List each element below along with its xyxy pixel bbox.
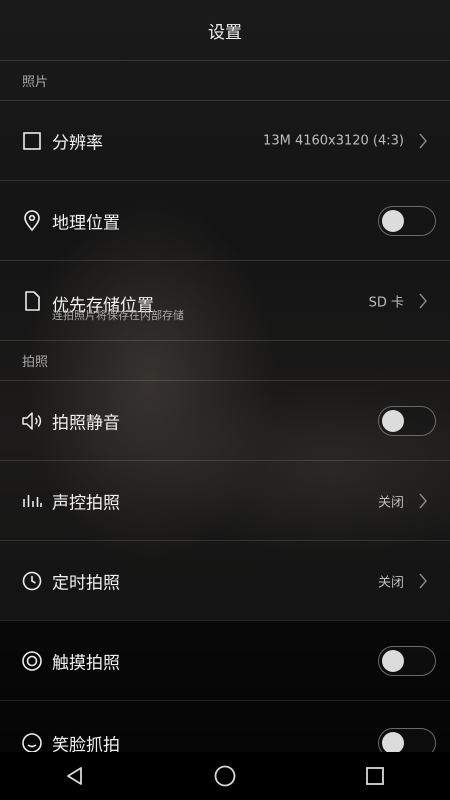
chevron-right-icon	[418, 572, 428, 590]
location-toggle[interactable]	[378, 205, 436, 236]
square-icon	[20, 129, 44, 153]
setting-smile-label: 笑脸抓拍	[52, 735, 120, 753]
setting-mute-label: 拍照静音	[52, 413, 120, 433]
setting-resolution-label: 分辨率	[52, 133, 103, 153]
toggle-knob	[382, 409, 404, 432]
setting-voice-value: 关闭	[377, 495, 404, 510]
touch-toggle[interactable]	[378, 645, 436, 676]
setting-storage-sublabel: 连拍照片将保存在内部存储	[52, 309, 184, 322]
toggle-knob	[382, 649, 404, 672]
chevron-right-icon	[418, 492, 428, 510]
target-icon	[20, 649, 44, 673]
recents-square-icon[interactable]	[345, 752, 405, 800]
setting-storage[interactable]: 优先存储位置 连拍照片将保存在内部存储 SD 卡	[0, 260, 450, 340]
location-pin-icon	[20, 209, 44, 233]
setting-mute: 拍照静音	[0, 380, 450, 460]
mute-toggle[interactable]	[378, 405, 436, 436]
home-circle-icon[interactable]	[195, 752, 255, 800]
equalizer-icon	[20, 489, 44, 513]
chevron-right-icon	[418, 132, 428, 150]
setting-resolution-value: 13M 4160x3120 (4:3)	[263, 133, 404, 148]
clock-icon	[20, 569, 44, 593]
setting-timer-label: 定时拍照	[52, 573, 120, 593]
file-icon	[20, 289, 44, 313]
setting-voice-label: 声控拍照	[52, 493, 120, 513]
setting-storage-value: SD 卡	[368, 295, 404, 310]
setting-location: 地理位置	[0, 180, 450, 260]
setting-resolution[interactable]: 分辨率 13M 4160x3120 (4:3)	[0, 100, 450, 180]
setting-touch-label: 触摸拍照	[52, 653, 120, 673]
setting-timer[interactable]: 定时拍照 关闭	[0, 540, 450, 620]
section-header-photo: 照片	[0, 60, 450, 100]
setting-timer-value: 关闭	[377, 575, 404, 590]
navigation-bar	[0, 752, 450, 800]
setting-touch: 触摸拍照	[0, 620, 450, 700]
setting-voice[interactable]: 声控拍照 关闭	[0, 460, 450, 540]
section-header-shooting: 拍照	[0, 340, 450, 380]
setting-location-label: 地理位置	[52, 213, 120, 233]
toggle-knob	[382, 209, 404, 232]
smile-icon	[20, 731, 44, 752]
speaker-icon	[20, 409, 44, 433]
chevron-right-icon	[418, 292, 428, 310]
page-title: 设置	[208, 22, 242, 43]
smile-toggle[interactable]	[378, 728, 436, 752]
setting-smile: 笑脸抓拍	[0, 700, 450, 752]
back-triangle-icon[interactable]	[45, 752, 105, 800]
toggle-knob	[382, 732, 404, 752]
